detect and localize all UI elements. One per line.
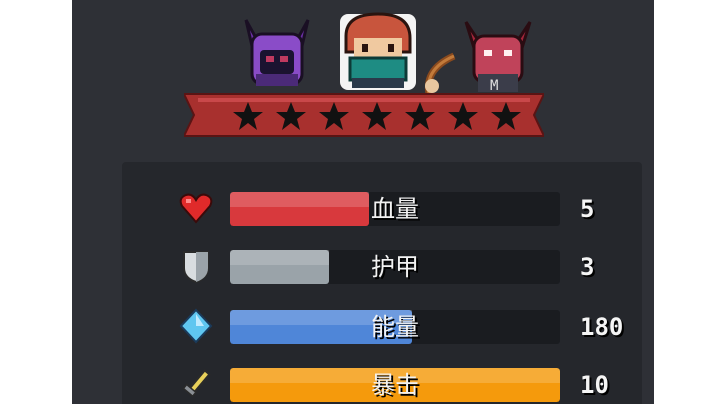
- star-icon: [362, 102, 392, 130]
- stat-bar-energy: 能量: [230, 310, 560, 344]
- stat-row-energy: 能量 180: [122, 304, 652, 348]
- stat-row-armor: 护甲 3: [122, 244, 652, 288]
- stat-bar-crit: 暴击: [230, 368, 560, 402]
- sword-icon: [178, 366, 214, 402]
- star-icon: [491, 102, 521, 130]
- rogue-portrait[interactable]: [332, 8, 424, 92]
- star-rating: [232, 100, 522, 132]
- stat-value: 3: [580, 253, 595, 281]
- star-icon: [276, 102, 306, 130]
- stat-value: 10: [580, 371, 609, 399]
- shield-icon: [178, 248, 214, 284]
- character-select-panel: M 血量 5 护甲 3 能量 180 暴击 10: [72, 0, 654, 404]
- stat-bar-hp: 血量: [230, 192, 560, 226]
- stat-label: 能量: [371, 313, 419, 341]
- red-demon-portrait[interactable]: M: [460, 18, 536, 94]
- star-icon: [233, 102, 263, 130]
- stat-bar-armor: 护甲: [230, 250, 560, 284]
- star-icon: [319, 102, 349, 130]
- stat-label: 护甲: [371, 253, 419, 281]
- stat-value: 5: [580, 195, 595, 223]
- star-icon: [405, 102, 435, 130]
- diamond-icon: [178, 308, 214, 344]
- stat-row-crit: 暴击 10: [122, 362, 652, 404]
- stat-row-hp: 血量 5: [122, 186, 652, 230]
- heart-icon: [178, 190, 214, 226]
- purple-demon-portrait[interactable]: [238, 16, 316, 90]
- character-portraits: M: [72, 0, 654, 100]
- stat-label: 暴击: [371, 371, 419, 399]
- star-icon: [448, 102, 478, 130]
- stat-label: 血量: [371, 195, 419, 223]
- stat-value: 180: [580, 313, 624, 341]
